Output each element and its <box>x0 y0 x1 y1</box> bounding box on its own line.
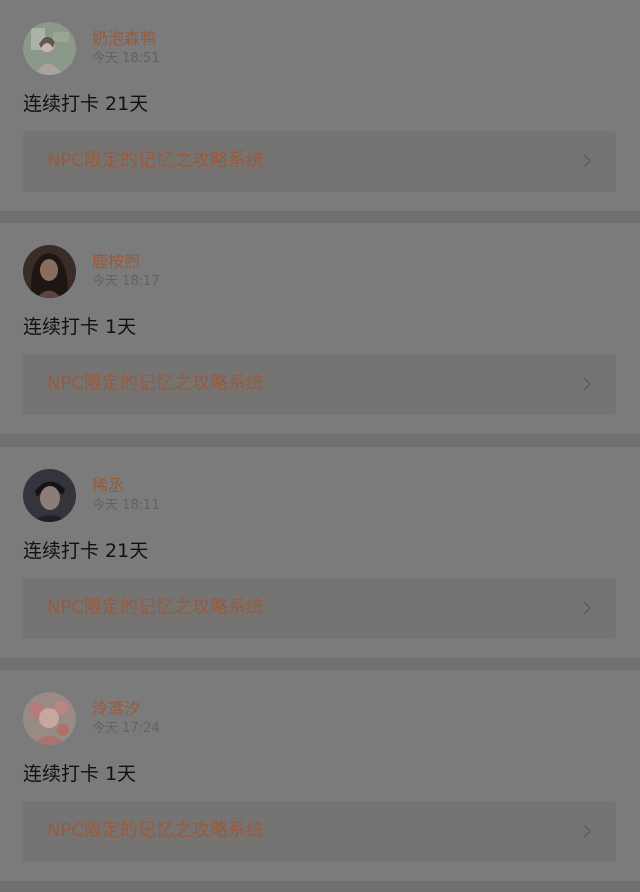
chevron-right-icon <box>583 377 592 391</box>
user-avatar[interactable] <box>23 469 76 522</box>
avatar-illustration-pink-icon <box>23 692 76 745</box>
username[interactable]: 奶泡森鸭 <box>92 29 156 49</box>
avatar-illustration-green-icon <box>23 22 76 75</box>
username[interactable]: 泠鸢汐 <box>92 699 140 719</box>
checkin-streak: 连续打卡 21天 <box>23 93 149 115</box>
book-title: NPC限定的记忆之攻略系统 <box>47 373 264 394</box>
book-link[interactable]: NPC限定的记忆之攻略系统 <box>23 578 616 639</box>
chevron-right-icon <box>583 601 592 615</box>
username[interactable]: 鹿桉煦 <box>92 252 140 272</box>
book-title: NPC限定的记忆之攻略系统 <box>47 150 264 171</box>
user-avatar[interactable] <box>23 22 76 75</box>
checkin-streak: 连续打卡 21天 <box>23 540 149 562</box>
post-card: 泠鸢汐 今天 17:24 连续打卡 1天 NPC限定的记忆之攻略系统 <box>0 670 640 881</box>
avatar-photo-boy-icon <box>23 469 76 522</box>
post-card: 奶泡森鸭 今天 18:51 连续打卡 21天 NPC限定的记忆之攻略系统 <box>0 0 640 211</box>
post-time: 今天 18:51 <box>92 51 160 66</box>
user-avatar[interactable] <box>23 245 76 298</box>
username[interactable]: 稀丞 <box>92 476 124 496</box>
post-time: 今天 18:11 <box>92 498 160 513</box>
post-time: 今天 17:24 <box>92 721 160 736</box>
post-time: 今天 18:17 <box>92 274 160 289</box>
book-link[interactable]: NPC限定的记忆之攻略系统 <box>23 354 616 415</box>
book-link[interactable]: NPC限定的记忆之攻略系统 <box>23 801 616 862</box>
chevron-right-icon <box>583 154 592 168</box>
checkin-streak: 连续打卡 1天 <box>23 316 137 338</box>
post-card: 稀丞 今天 18:11 连续打卡 21天 NPC限定的记忆之攻略系统 <box>0 447 640 658</box>
checkin-feed: 奶泡森鸭 今天 18:51 连续打卡 21天 NPC限定的记忆之攻略系统 鹿桉煦… <box>0 0 640 892</box>
chevron-right-icon <box>583 824 592 838</box>
book-link[interactable]: NPC限定的记忆之攻略系统 <box>23 131 616 192</box>
checkin-streak: 连续打卡 1天 <box>23 763 137 785</box>
user-avatar[interactable] <box>23 692 76 745</box>
book-title: NPC限定的记忆之攻略系统 <box>47 820 264 841</box>
avatar-photo-dark-icon <box>23 245 76 298</box>
book-title: NPC限定的记忆之攻略系统 <box>47 597 264 618</box>
post-card: 鹿桉煦 今天 18:17 连续打卡 1天 NPC限定的记忆之攻略系统 <box>0 223 640 434</box>
